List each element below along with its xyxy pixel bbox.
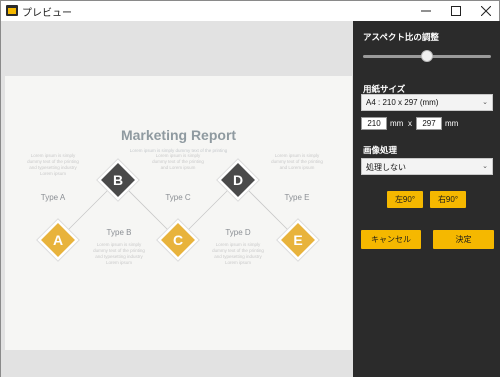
text-block-a: Lorem ipsum is simply dummy text of the … [27,153,79,176]
width-unit: mm [390,119,404,128]
diamond-d-letter: D [233,172,243,188]
times-sign: x [408,119,412,128]
minimize-button[interactable] [411,1,441,21]
window-title: プレビュー [22,8,72,19]
text-block-b: Lorem ipsum is simply dummy text of the … [93,242,145,265]
aspect-slider-thumb[interactable] [421,50,433,62]
settings-panel: アスペクト比の調整 用紙サイズ A4 : 210 x 297 (mm) ⌄ 21… [353,21,500,377]
preview-area: Marketing Report Lorem ipsum is simply d… [1,21,353,377]
close-icon [481,6,491,16]
image-processing-value: 処理しない [366,163,406,172]
chevron-down-icon: ⌄ [482,99,488,106]
image-processing-label: 画像処理 [363,145,398,155]
app-icon [6,5,18,16]
chevron-down-icon: ⌄ [482,163,488,170]
label-type-e: Type E [284,193,310,202]
cancel-button[interactable]: キャンセル [361,230,421,249]
image-processing-select[interactable]: 処理しない ⌄ [361,158,493,175]
height-unit: mm [445,119,459,128]
minimize-icon [421,10,431,12]
rotate-right-button[interactable]: 右90° [430,191,466,208]
label-type-c: Type C [165,193,191,202]
text-block-c: Lorem ipsum is simply dummy text of the … [152,153,204,170]
diamond-c-letter: C [173,232,183,248]
paper-size-select[interactable]: A4 : 210 x 297 (mm) ⌄ [361,94,493,111]
close-button[interactable] [471,1,500,21]
report-diagram: B D A C E [36,158,320,262]
diamond-b-letter: B [113,172,123,188]
maximize-icon [451,6,461,16]
document-image: Marketing Report Lorem ipsum is simply d… [5,76,352,350]
preview-window: プレビュー Marketing Report Lorem ipsum is si… [0,0,500,377]
aspect-label: アスペクト比の調整 [363,32,439,42]
paper-size-value: A4 : 210 x 297 (mm) [366,98,439,107]
label-type-d: Type D [225,228,251,237]
text-block-e: Lorem ipsum is simply dummy text of the … [271,153,323,170]
width-input[interactable]: 210 [361,117,387,130]
ok-button[interactable]: 決定 [433,230,494,249]
text-block-d: Lorem ipsum is simply dummy text of the … [212,242,264,265]
maximize-button[interactable] [441,1,471,21]
title-bar: プレビュー [1,1,499,21]
diamond-e-letter: E [293,232,302,248]
height-input[interactable]: 297 [416,117,442,130]
rotate-left-button[interactable]: 左90° [387,191,423,208]
label-type-a: Type A [40,193,66,202]
diamond-a-letter: A [53,232,63,248]
label-type-b: Type B [106,228,132,237]
